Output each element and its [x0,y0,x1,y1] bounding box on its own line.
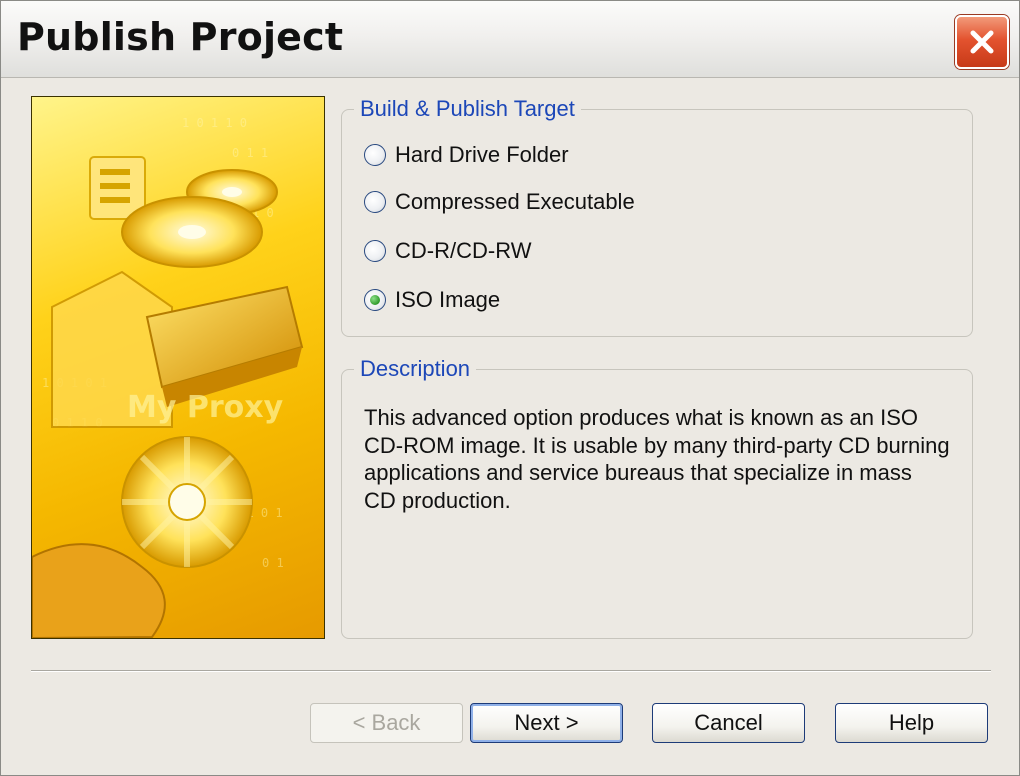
description-group: Description This advanced option produce… [341,356,973,639]
radio-iso-image[interactable] [364,289,386,311]
build-publish-target-legend: Build & Publish Target [354,96,581,122]
option-iso-image[interactable]: ISO Image [364,285,500,315]
back-button[interactable]: < Back [310,703,463,743]
banner-illustration: 1 0 1 1 0 0 1 1 1 0 1 0 1 0 1 0 1 1 0 1 … [31,96,325,639]
svg-text:0 1 1: 0 1 1 [232,146,268,160]
help-button[interactable]: Help [835,703,988,743]
publish-project-dialog: Publish Project 1 0 1 1 0 0 1 1 1 0 1 1 … [0,0,1020,776]
close-button[interactable] [955,15,1009,69]
title-bar[interactable]: Publish Project [1,1,1019,78]
footer-separator [31,670,991,672]
description-line: CD production. [364,487,511,513]
svg-text:My Proxy: My Proxy [127,390,284,425]
radio-compressed-executable[interactable] [364,191,386,213]
svg-text:1 0 1 1 0: 1 0 1 1 0 [182,116,247,130]
close-icon [970,30,994,54]
dialog-title: Publish Project [17,15,344,59]
option-label: CD-R/CD-RW [395,238,532,263]
build-publish-target-group: Build & Publish Target Hard Drive Folder… [341,96,973,337]
option-cd-r-cd-rw[interactable]: CD-R/CD-RW [364,236,531,266]
option-label: ISO Image [395,287,501,312]
description-text: This advanced option produces what is kn… [364,404,964,514]
description-line: This advanced option produces what is kn… [364,405,918,430]
cd-publish-illustration: 1 0 1 1 0 0 1 1 1 0 1 0 1 0 1 0 1 1 0 1 … [32,116,304,638]
radio-selected-dot [370,295,380,305]
description-line: CD-ROM image. It is usable by many third… [364,432,950,458]
svg-text:0 1: 0 1 [262,556,284,570]
radio-hard-drive-folder[interactable] [364,144,386,166]
description-legend: Description [354,356,477,382]
next-button[interactable]: Next > [470,703,623,743]
option-hard-drive-folder[interactable]: Hard Drive Folder [364,140,569,170]
option-label: Hard Drive Folder [395,142,569,167]
radio-cd-r-cd-rw[interactable] [364,240,386,262]
cancel-button[interactable]: Cancel [652,703,805,743]
description-line: applications and service bureaus that sp… [364,460,912,485]
option-label: Compressed Executable [395,189,635,214]
option-compressed-executable[interactable]: Compressed Executable [364,187,635,217]
